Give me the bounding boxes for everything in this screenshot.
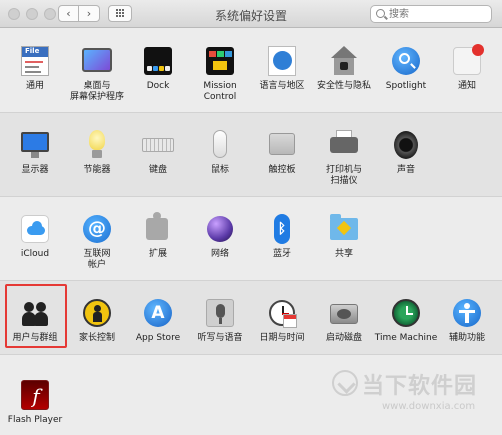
printer-icon bbox=[327, 128, 361, 162]
pref-label: 触控板 bbox=[268, 165, 296, 175]
pref-label: 声音 bbox=[396, 165, 415, 175]
pref-internet-accounts[interactable]: @ 互联网 帐户 bbox=[66, 212, 128, 271]
pref-spotlight[interactable]: Spotlight bbox=[375, 44, 437, 92]
pref-users-groups[interactable]: 用户与群组 bbox=[4, 296, 66, 344]
parental-controls-icon bbox=[80, 296, 114, 330]
pref-label: 打印机与 扫描仪 bbox=[325, 165, 362, 186]
desktop-screensaver-icon bbox=[80, 44, 114, 78]
pref-label: 听写与语音 bbox=[197, 333, 243, 343]
pref-app-store[interactable]: A App Store bbox=[127, 296, 189, 344]
dock-icon bbox=[141, 44, 175, 78]
pref-date-time[interactable]: 日期与时间 bbox=[251, 296, 313, 344]
pref-extensions[interactable]: 扩展 bbox=[127, 212, 189, 260]
pref-dock[interactable]: Dock bbox=[127, 44, 189, 92]
pref-label: iCloud bbox=[20, 249, 50, 259]
pref-icloud[interactable]: iCloud bbox=[4, 212, 66, 260]
pref-label: 互联网 帐户 bbox=[83, 249, 111, 270]
pref-label: 扩展 bbox=[148, 249, 167, 259]
displays-icon bbox=[18, 128, 52, 162]
pref-label: 桌面与 屏幕保护程序 bbox=[69, 81, 124, 102]
pref-bluetooth[interactable]: ᛒ 蓝牙 bbox=[251, 212, 313, 260]
pref-general[interactable]: File 通用 bbox=[4, 44, 66, 92]
network-icon bbox=[203, 212, 237, 246]
startup-disk-icon bbox=[327, 296, 361, 330]
pref-label: 启动磁盘 bbox=[325, 333, 362, 343]
pref-label: Time Machine bbox=[374, 333, 438, 343]
pref-language-region[interactable]: 语言与地区 bbox=[251, 44, 313, 92]
pref-label: Flash Player bbox=[7, 415, 63, 425]
app-store-icon: A bbox=[141, 296, 175, 330]
sound-icon bbox=[389, 128, 423, 162]
pref-label: 键盘 bbox=[148, 165, 167, 175]
pref-startup-disk[interactable]: 启动磁盘 bbox=[313, 296, 375, 344]
watermark-text: 当下软件园 bbox=[362, 374, 478, 399]
pref-label: 家长控制 bbox=[78, 333, 115, 343]
pref-label: 辅助功能 bbox=[448, 333, 485, 343]
pref-parental-controls[interactable]: 家长控制 bbox=[66, 296, 128, 344]
pref-accessibility[interactable]: 辅助功能 bbox=[436, 296, 498, 344]
security-privacy-icon bbox=[327, 44, 361, 78]
mouse-icon bbox=[203, 128, 237, 162]
pref-dictation-speech[interactable]: 听写与语音 bbox=[189, 296, 251, 344]
pref-displays[interactable]: 显示器 bbox=[4, 128, 66, 176]
keyboard-icon bbox=[141, 128, 175, 162]
search-field[interactable] bbox=[370, 5, 492, 23]
language-region-icon bbox=[265, 44, 299, 78]
pref-label: Spotlight bbox=[385, 81, 427, 91]
title-bar: ‹ › 系统偏好设置 bbox=[0, 0, 502, 28]
time-machine-icon bbox=[389, 296, 423, 330]
general-icon: File bbox=[18, 44, 52, 78]
pref-label: App Store bbox=[135, 333, 181, 343]
flash-player-icon: f bbox=[18, 378, 52, 412]
pref-time-machine[interactable]: Time Machine bbox=[372, 296, 440, 344]
spotlight-icon bbox=[389, 44, 423, 78]
date-time-icon bbox=[265, 296, 299, 330]
watermark-url: www.downxia.com bbox=[382, 401, 476, 412]
notifications-icon bbox=[450, 44, 484, 78]
dictation-speech-icon bbox=[203, 296, 237, 330]
search-input[interactable] bbox=[389, 7, 487, 21]
trackpad-icon bbox=[265, 128, 299, 162]
users-groups-icon bbox=[18, 296, 52, 330]
pref-security-privacy[interactable]: 安全性与隐私 bbox=[313, 44, 375, 92]
pref-flash-player[interactable]: f Flash Player bbox=[4, 378, 66, 426]
pref-network[interactable]: 网络 bbox=[189, 212, 251, 260]
extensions-icon bbox=[141, 212, 175, 246]
pref-sound[interactable]: 声音 bbox=[375, 128, 437, 176]
pref-label: 通用 bbox=[25, 81, 44, 91]
pref-label: 共享 bbox=[334, 249, 353, 259]
pref-label: 鼠标 bbox=[210, 165, 229, 175]
pref-label: 日期与时间 bbox=[259, 333, 305, 343]
pref-label: 节能器 bbox=[83, 165, 111, 175]
pref-trackpad[interactable]: 触控板 bbox=[251, 128, 313, 176]
energy-saver-icon bbox=[80, 128, 114, 162]
pref-label: 用户与群组 bbox=[12, 333, 58, 343]
bluetooth-icon: ᛒ bbox=[265, 212, 299, 246]
mission-control-icon bbox=[203, 44, 237, 78]
pref-label: 安全性与隐私 bbox=[316, 81, 371, 91]
sharing-icon bbox=[327, 212, 361, 246]
pref-mission-control[interactable]: Mission Control bbox=[189, 44, 251, 103]
pref-label: Dock bbox=[146, 81, 170, 91]
pref-label: 显示器 bbox=[21, 165, 49, 175]
pref-label: 语言与地区 bbox=[259, 81, 305, 91]
pref-label: 网络 bbox=[210, 249, 229, 259]
icloud-icon bbox=[18, 212, 52, 246]
pref-label: 蓝牙 bbox=[272, 249, 291, 259]
search-icon bbox=[376, 9, 385, 18]
pref-label: 通知 bbox=[457, 81, 476, 91]
pref-desktop-screensaver[interactable]: 桌面与 屏幕保护程序 bbox=[66, 44, 128, 103]
pref-keyboard[interactable]: 键盘 bbox=[127, 128, 189, 176]
internet-accounts-icon: @ bbox=[80, 212, 114, 246]
pref-sharing[interactable]: 共享 bbox=[313, 212, 375, 260]
accessibility-icon bbox=[450, 296, 484, 330]
pref-printers-scanners[interactable]: 打印机与 扫描仪 bbox=[313, 128, 375, 187]
pref-mouse[interactable]: 鼠标 bbox=[189, 128, 251, 176]
pref-notifications[interactable]: 通知 bbox=[436, 44, 498, 92]
pref-label: Mission Control bbox=[203, 81, 237, 102]
pref-energy-saver[interactable]: 节能器 bbox=[66, 128, 128, 176]
watermark-logo bbox=[332, 370, 358, 396]
